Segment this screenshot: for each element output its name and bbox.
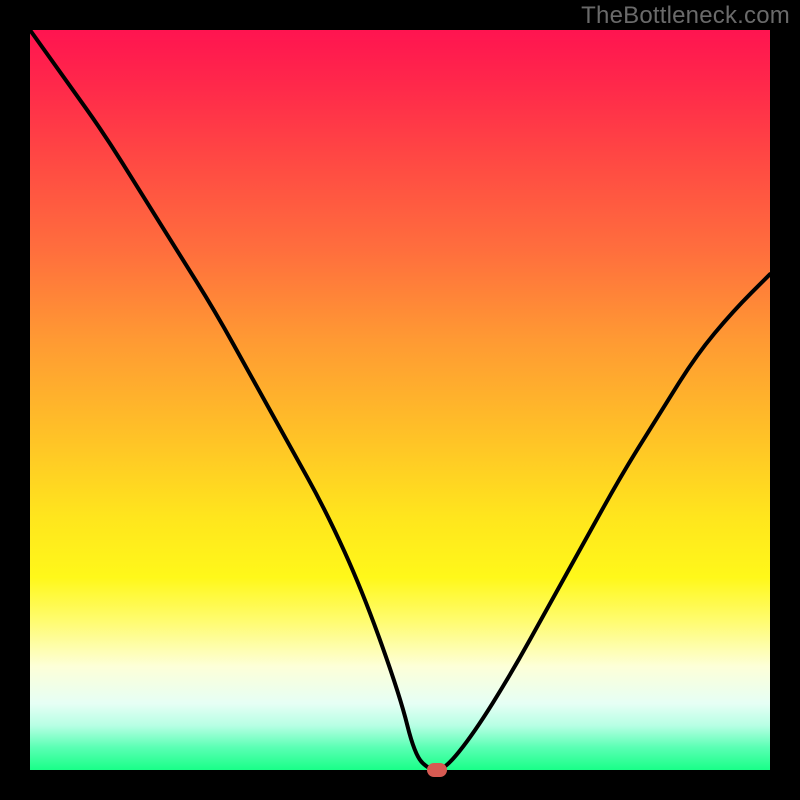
watermark-text: TheBottleneck.com [581, 2, 790, 30]
chart-frame: TheBottleneck.com [0, 0, 800, 800]
curve-path [30, 30, 770, 770]
plot-area [30, 30, 770, 770]
optimum-marker [427, 763, 447, 777]
bottleneck-curve [30, 30, 770, 770]
